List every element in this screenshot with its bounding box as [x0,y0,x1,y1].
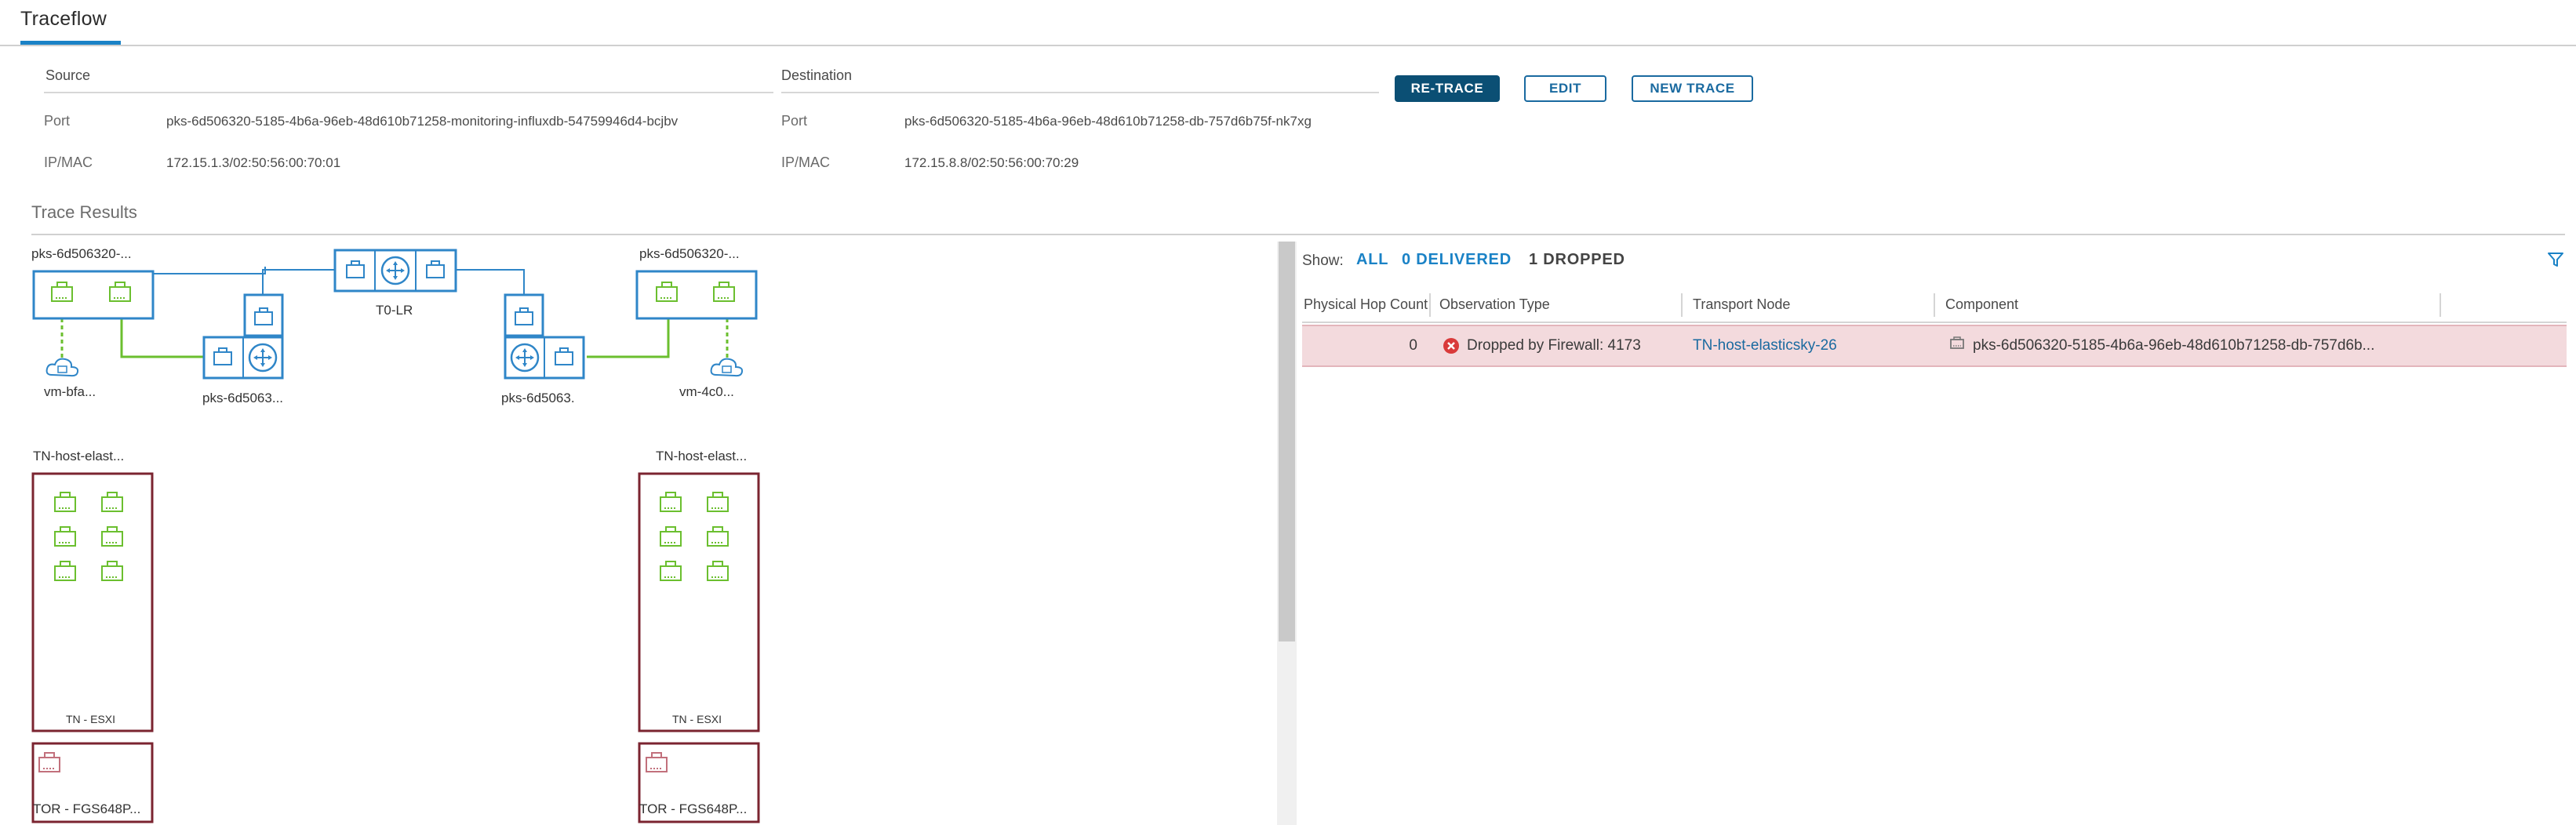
source-port-label: Port [44,113,71,129]
destination-ipmac-label: IP/MAC [781,154,831,170]
right-esxi-label: TN - ESXI [672,713,722,725]
right-host-label[interactable]: TN-host-elast... [656,449,747,464]
column-separator[interactable] [1429,293,1431,317]
column-header-component[interactable]: Component [1945,296,2181,313]
new-trace-button[interactable]: NEW TRACE [1632,75,1753,102]
destination-port-value: pks-6d506320-5185-4b6a-96eb-48d610b71258… [904,114,1312,129]
error-icon [1443,338,1459,354]
source-divider [44,92,773,93]
right-tor-label[interactable]: TOR - FGS648P... [639,801,747,817]
filter-dropped[interactable]: 1 DROPPED [1529,251,1625,269]
trace-results-title: Trace Results [31,202,137,222]
source-port-value: pks-6d506320-5185-4b6a-96eb-48d610b71258… [166,114,679,129]
header-divider [0,45,2576,46]
hop-count-cell: 0 [1409,337,1417,354]
page-title[interactable]: Traceflow [20,0,107,44]
left-esxi-label: TN - ESXI [66,713,116,725]
destination-section-label: Destination [781,67,853,83]
column-header-observation-type[interactable]: Observation Type [1439,296,1675,313]
source-section-label: Source [45,67,91,83]
left-segment-label[interactable]: pks-6d506320-... [31,246,132,262]
right-segment-label[interactable]: pks-6d506320-... [639,246,740,262]
t0-router-label[interactable]: T0-LR [376,303,413,318]
column-separator[interactable] [1681,293,1683,317]
destination-port-label: Port [781,113,808,129]
destination-ipmac-value: 172.15.8.8/02:50:56:00:70:29 [904,155,1079,170]
observation-type-cell: Dropped by Firewall: 4173 [1467,337,1641,354]
right-router-label[interactable]: pks-6d5063. [501,391,575,406]
destination-divider [781,92,1379,93]
left-router-label[interactable]: pks-6d5063... [202,391,283,406]
port-icon [1950,336,1964,349]
topology-scrollbar-thumb[interactable] [1279,242,1295,641]
left-vm-label[interactable]: vm-bfa... [44,384,96,400]
left-host-label[interactable]: TN-host-elast... [33,449,124,464]
source-ipmac-label: IP/MAC [44,154,93,170]
retrace-button[interactable]: RE-TRACE [1395,75,1500,102]
right-vm-label[interactable]: vm-4c0... [679,384,734,400]
table-header-divider [1302,322,2567,323]
column-separator[interactable] [1934,293,1935,317]
topology-diagram [31,249,760,823]
column-header-transport-node[interactable]: Transport Node [1693,296,1928,313]
filter-all[interactable]: ALL [1356,251,1388,269]
filter-delivered[interactable]: 0 DELIVERED [1402,251,1512,269]
left-tor-label[interactable]: TOR - FGS648P... [33,801,140,817]
column-header-hop-count[interactable]: Physical Hop Count [1304,296,1428,313]
edit-button[interactable]: EDIT [1524,75,1606,102]
component-cell: pks-6d506320-5185-4b6a-96eb-48d610b71258… [1973,337,2375,354]
source-ipmac-value: 172.15.1.3/02:50:56:00:70:01 [166,155,341,170]
filter-icon[interactable] [2547,251,2564,268]
show-filter-label: Show: [1302,253,1344,269]
column-separator[interactable] [2440,293,2441,317]
transport-node-link[interactable]: TN-host-elasticsky-26 [1693,337,1837,354]
